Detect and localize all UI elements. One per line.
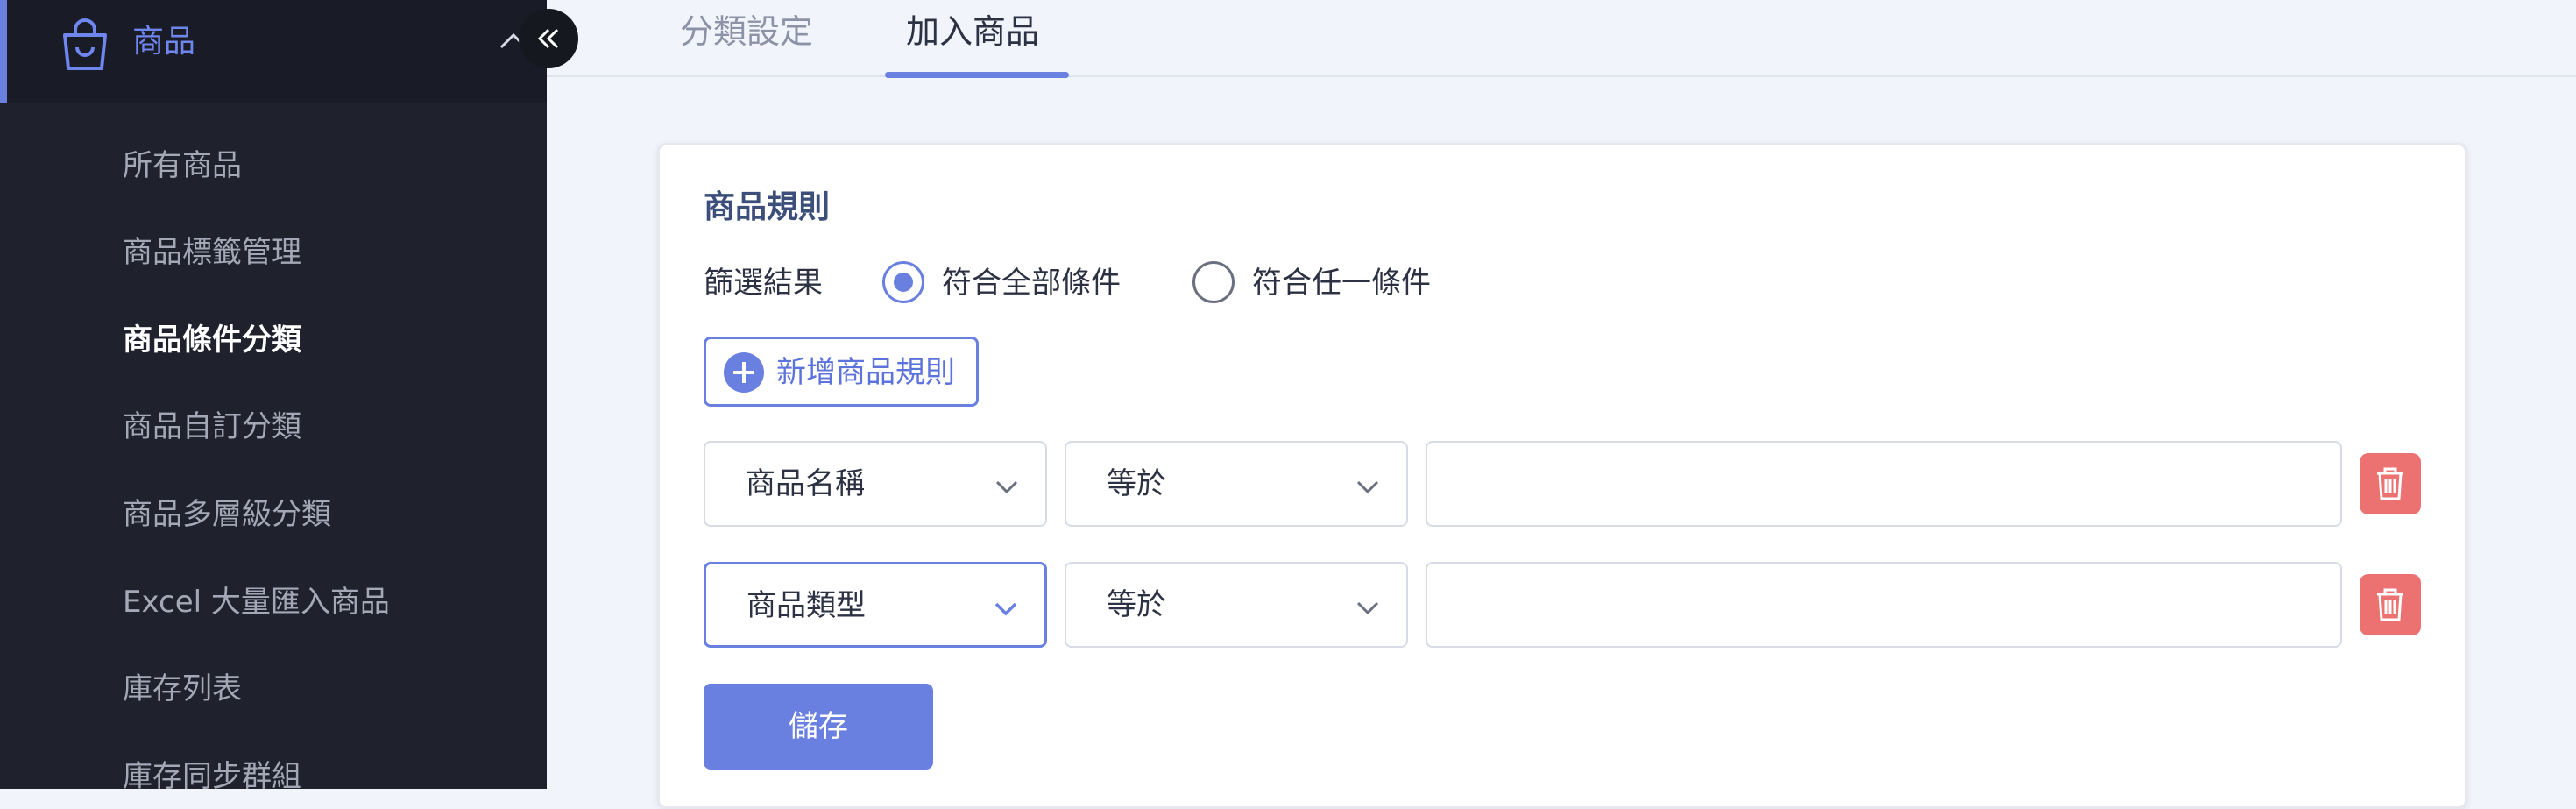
chevron-down-icon xyxy=(994,602,1017,616)
rule-1-operator-value: 等於 xyxy=(1107,466,1166,501)
rule-2-field-value: 商品類型 xyxy=(747,588,866,623)
chevron-down-icon xyxy=(1356,601,1379,615)
add-product-rule-button[interactable]: 新增商品規則 xyxy=(704,337,979,407)
rule-2-operator-select[interactable]: 等於 xyxy=(1065,562,1408,648)
sidebar-item-inventory-list[interactable]: 庫存列表 xyxy=(123,664,242,713)
chevron-down-icon xyxy=(995,480,1018,494)
active-tab-indicator xyxy=(885,72,1069,78)
sidebar: 商品 所有商品 商品標籤管理 商品條件分類 商品自訂分類 商品多層級分類 Exc… xyxy=(0,0,547,794)
rule-2-delete-button[interactable] xyxy=(2360,574,2421,635)
trash-icon xyxy=(2377,467,2403,500)
sidebar-item-conditional-categories[interactable]: 商品條件分類 xyxy=(123,316,301,365)
sidebar-collapse-button[interactable] xyxy=(519,9,578,68)
section-title: 商品規則 xyxy=(704,189,831,225)
radio-match-any[interactable] xyxy=(1192,261,1235,303)
rule-2-operator-value: 等於 xyxy=(1107,587,1166,622)
radio-match-all[interactable] xyxy=(882,261,924,303)
sidebar-item-inventory-sync-groups[interactable]: 庫存同步群組 xyxy=(123,752,301,801)
radio-match-all-label[interactable]: 符合全部條件 xyxy=(942,259,1121,308)
rule-2-value-input[interactable] xyxy=(1426,562,2342,648)
sidebar-section-header-products[interactable]: 商品 xyxy=(0,0,547,103)
sidebar-item-multilevel-categories[interactable]: 商品多層級分類 xyxy=(123,490,331,539)
filter-result-label: 篩選結果 xyxy=(704,266,823,301)
sidebar-item-excel-import[interactable]: Excel 大量匯入商品 xyxy=(123,578,390,627)
sidebar-item-custom-categories[interactable]: 商品自訂分類 xyxy=(123,402,301,451)
rule-1-field-select[interactable]: 商品名稱 xyxy=(704,441,1047,527)
rule-2-field-select[interactable]: 商品類型 xyxy=(704,562,1047,648)
double-chevron-left-icon xyxy=(537,28,559,49)
save-button[interactable]: 儲存 xyxy=(704,684,933,770)
sidebar-item-all-products[interactable]: 所有商品 xyxy=(123,141,242,190)
plus-circle-icon xyxy=(724,352,764,393)
chevron-down-icon xyxy=(1356,480,1379,494)
tab-category-settings[interactable]: 分類設定 xyxy=(680,7,813,56)
rule-1-value-input[interactable] xyxy=(1426,441,2342,527)
tab-bar: 分類設定 加入商品 xyxy=(547,0,2576,77)
rule-1-field-value: 商品名稱 xyxy=(746,466,865,501)
save-button-label: 儲存 xyxy=(789,709,848,744)
sidebar-item-product-tags[interactable]: 商品標籤管理 xyxy=(123,228,301,277)
sidebar-section-title: 商品 xyxy=(132,24,196,60)
radio-match-any-label[interactable]: 符合任一條件 xyxy=(1252,259,1431,308)
product-rules-card: 商品規則 篩選結果 符合全部條件 符合任一條件 新增商品規則 商品名稱 等於 商… xyxy=(657,143,2467,809)
add-product-rule-label: 新增商品規則 xyxy=(776,355,955,390)
trash-icon xyxy=(2377,588,2403,621)
tab-add-products[interactable]: 加入商品 xyxy=(906,7,1039,56)
shopping-bag-icon xyxy=(63,18,107,70)
rule-1-operator-select[interactable]: 等於 xyxy=(1065,441,1408,527)
rule-1-delete-button[interactable] xyxy=(2360,453,2421,514)
